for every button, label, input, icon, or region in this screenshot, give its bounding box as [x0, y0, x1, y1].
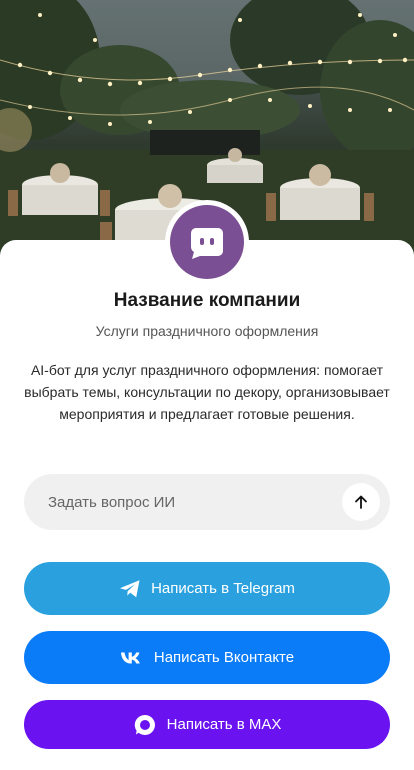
- max-button-label: Написать в MAX: [166, 716, 282, 733]
- telegram-button[interactable]: Написать в Telegram: [24, 562, 390, 615]
- vk-button[interactable]: Написать Вконтакте: [24, 631, 390, 684]
- avatar-circle: [170, 205, 244, 279]
- max-button[interactable]: Написать в MAX: [24, 700, 390, 749]
- company-subtitle: Услуги праздничного оформления: [95, 323, 319, 339]
- telegram-button-label: Написать в Telegram: [151, 580, 295, 597]
- max-icon: [134, 714, 155, 735]
- company-name: Название компании: [113, 290, 301, 311]
- arrow-up-icon: [355, 495, 367, 509]
- send-button[interactable]: [342, 483, 380, 521]
- avatar: [165, 200, 249, 284]
- vk-icon: [120, 652, 140, 663]
- vk-button-label: Написать Вконтакте: [153, 649, 295, 666]
- ask-ai-field: [24, 474, 390, 530]
- company-description: AI-бот для услуг праздничного оформления…: [24, 362, 390, 422]
- ask-ai-input[interactable]: [48, 493, 342, 511]
- telegram-icon: [120, 579, 140, 597]
- chat-bot-icon: [191, 228, 223, 259]
